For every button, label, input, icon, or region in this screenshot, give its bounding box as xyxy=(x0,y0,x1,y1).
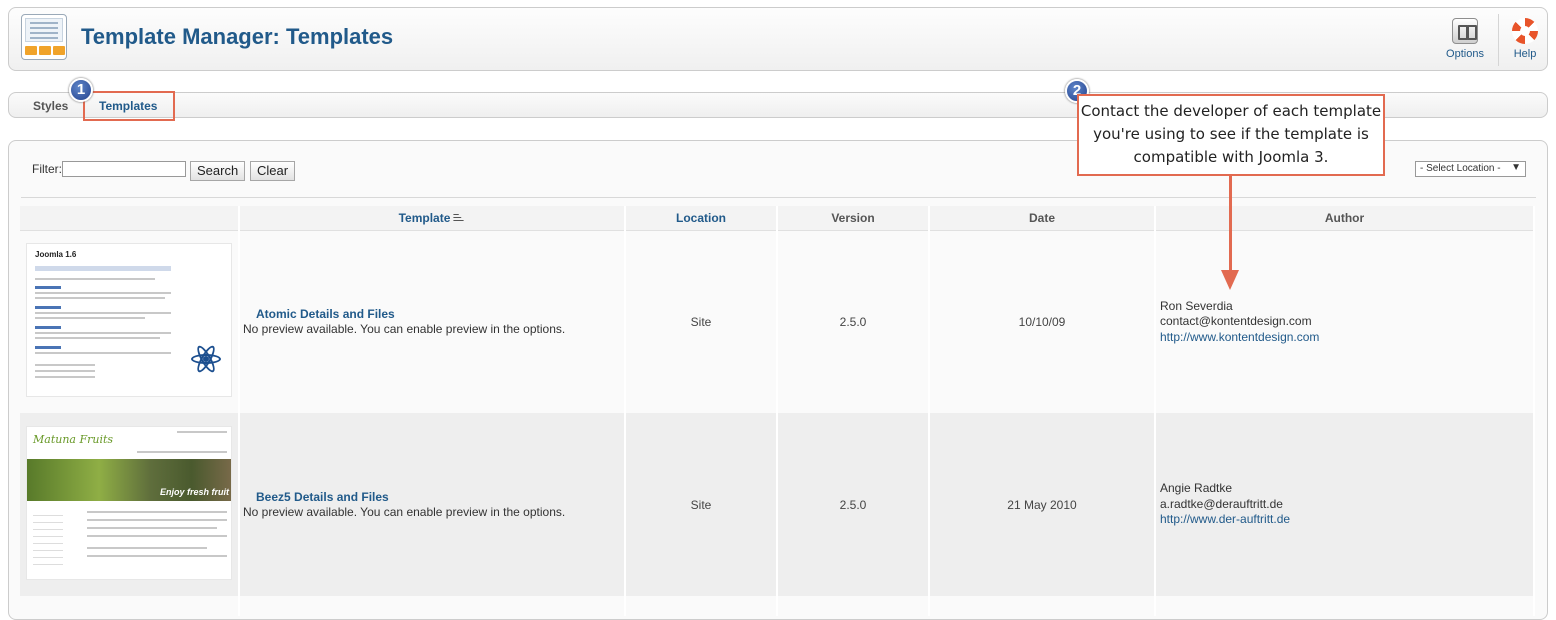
date-cell: 21 May 2010 xyxy=(929,413,1156,596)
atomic-thumbnail: Joomla 1.6 xyxy=(26,243,232,398)
options-icon xyxy=(1452,18,1478,44)
date-cell: 10/10/09 xyxy=(929,230,1156,413)
author-cell: Ron Severdia contact@kontentdesign.com h… xyxy=(1155,230,1535,413)
column-version: Version xyxy=(777,206,930,231)
divider xyxy=(21,197,1536,198)
template-cell: Beez5 Details and Files No preview avail… xyxy=(239,413,626,596)
help-icon xyxy=(1512,18,1538,44)
preview-note: No preview available. You can enable pre… xyxy=(243,322,566,337)
preview-cell: Matuna Fruits Enjoy fresh fruit xyxy=(20,413,240,596)
step-badge-1: 1 xyxy=(69,78,93,102)
author-url-link[interactable]: http://www.kontentdesign.com xyxy=(1160,330,1319,344)
template-link-atomic[interactable]: Atomic Details and Files xyxy=(243,307,624,321)
beez5-thumbnail: Matuna Fruits Enjoy fresh fruit xyxy=(26,426,232,580)
column-template-label: Template xyxy=(398,210,451,225)
help-button[interactable]: Help xyxy=(1501,16,1549,66)
dropdown-arrow-icon: ▼ xyxy=(1511,162,1521,173)
table-row: Joomla 1.6 Atomic Details and Files No p… xyxy=(20,230,1535,413)
beez5-thumbnail-brand: Matuna Fruits xyxy=(33,433,114,446)
page-title: Template Manager: Templates xyxy=(81,24,394,49)
author-url-link[interactable]: http://www.der-auftritt.de xyxy=(1160,512,1290,526)
sort-icon xyxy=(453,213,466,223)
author-email: contact@kontentdesign.com xyxy=(1160,314,1312,328)
version-cell: 2.5.0 xyxy=(777,230,930,413)
search-button[interactable]: Search xyxy=(190,161,246,181)
beez5-banner-text: Enjoy fresh fruit xyxy=(159,487,229,497)
location-select-value: - Select Location - xyxy=(1420,163,1501,174)
column-template[interactable]: Template xyxy=(239,206,626,231)
header-toolbar: Template Manager: Templates Options Help xyxy=(8,7,1548,71)
table-row xyxy=(20,596,1535,616)
template-manager-icon xyxy=(21,14,67,60)
options-label: Options xyxy=(1446,48,1484,60)
tab-styles[interactable]: Styles xyxy=(33,99,68,113)
author-name: Ron Severdia xyxy=(1160,298,1233,313)
annotation-callout: Contact the developer of each template y… xyxy=(1077,94,1385,176)
filter-label: Filter: xyxy=(32,162,62,176)
templates-table: Template Location Version Date Author Jo… xyxy=(20,206,1535,616)
column-author: Author xyxy=(1155,206,1535,231)
table-row: Matuna Fruits Enjoy fresh fruit Beez5 De… xyxy=(20,413,1535,596)
template-cell: Atomic Details and Files No preview avai… xyxy=(239,230,626,413)
filter-input[interactable] xyxy=(62,161,186,177)
toolbar-divider xyxy=(1498,14,1499,66)
preview-cell: Joomla 1.6 xyxy=(20,230,240,413)
template-link-beez5[interactable]: Beez5 Details and Files xyxy=(243,490,624,504)
location-cell: Site xyxy=(625,230,778,413)
location-cell: Site xyxy=(625,413,778,596)
options-button[interactable]: Options xyxy=(1441,16,1489,66)
help-label: Help xyxy=(1513,48,1537,60)
annotation-arrow xyxy=(1229,176,1232,274)
location-select[interactable]: - Select Location - ▼ xyxy=(1415,161,1526,177)
author-name: Angie Radtke xyxy=(1160,481,1233,496)
version-cell: 2.5.0 xyxy=(777,413,930,596)
column-date: Date xyxy=(929,206,1156,231)
templates-tab-highlight xyxy=(83,91,175,121)
author-email: a.radtke@derauftritt.de xyxy=(1160,496,1283,511)
preview-note: No preview available. You can enable pre… xyxy=(243,505,566,519)
beez5-banner-image: Enjoy fresh fruit xyxy=(27,459,231,501)
clear-button[interactable]: Clear xyxy=(250,161,296,181)
atomic-thumbnail-title: Joomla 1.6 xyxy=(35,250,77,260)
author-cell: Angie Radtke a.radtke@derauftritt.de htt… xyxy=(1155,413,1535,596)
column-location[interactable]: Location xyxy=(625,206,778,231)
atom-logo-icon xyxy=(189,342,223,376)
column-preview xyxy=(20,206,240,231)
arrow-down-icon xyxy=(1221,270,1239,290)
